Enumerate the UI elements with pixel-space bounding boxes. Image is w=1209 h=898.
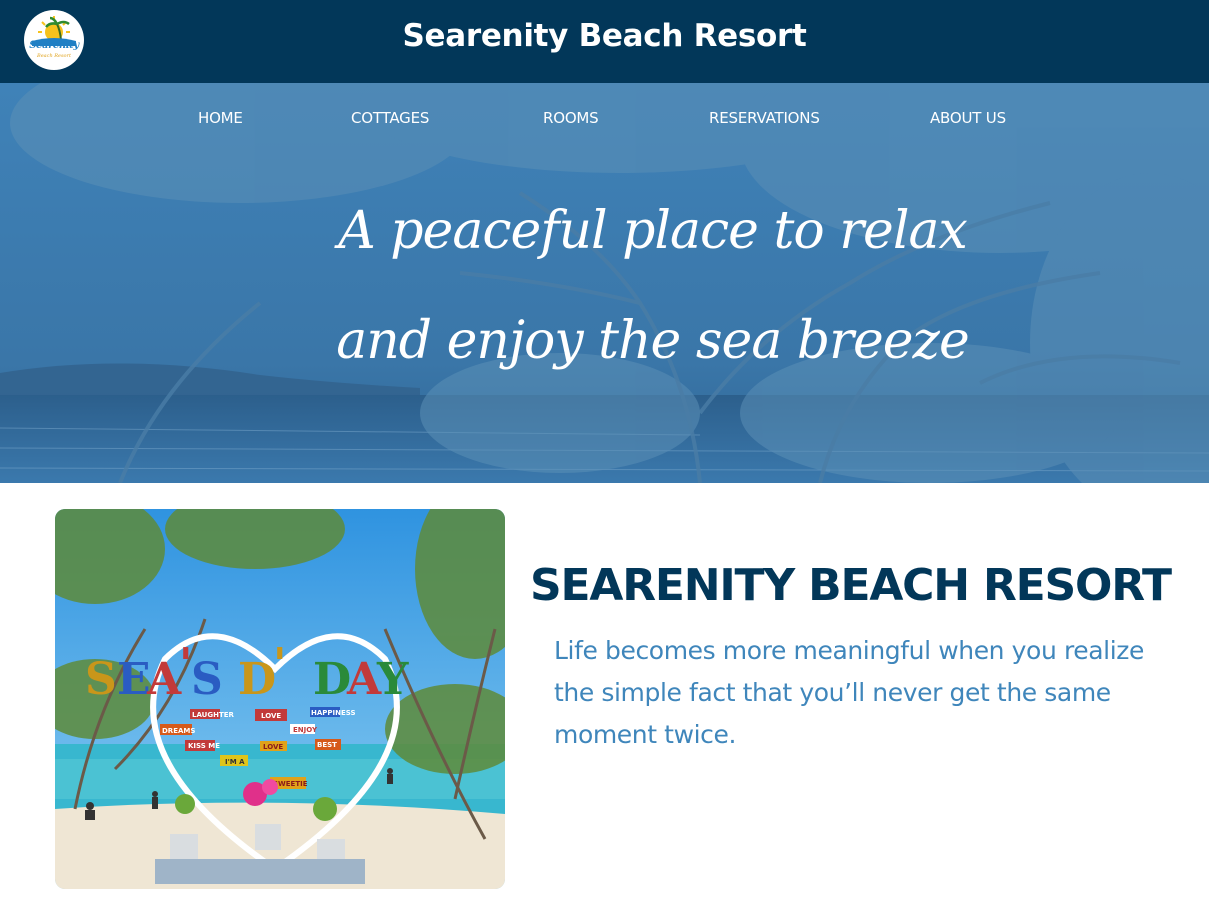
main-nav: HOME COTTAGES ROOMS RESERVATIONS ABOUT U… (0, 109, 1209, 129)
sign-board: I'M A (225, 758, 245, 766)
sign-letter: ' (273, 639, 286, 690)
section-title: SEARENITY BEACH RESORT (530, 560, 1172, 611)
nav-rooms[interactable]: ROOMS (543, 109, 599, 127)
sign-board: LOVE (263, 743, 283, 751)
resort-photo: S E A ' S D ' D A Y LAUGHTER LOVE HAPPIN… (55, 509, 505, 889)
sign-board: ENJOY (293, 726, 318, 734)
nav-about-us[interactable]: ABOUT US (930, 109, 1006, 127)
hero-background-image (0, 83, 1209, 483)
site-title: Searenity Beach Resort (402, 18, 807, 54)
sign-letter: S (85, 654, 117, 705)
sign-letter: A (146, 654, 182, 705)
sign-letter: D (313, 654, 351, 705)
sign-board: DREAMS (162, 727, 195, 735)
sign-letter: Y (376, 654, 409, 705)
hero-banner: HOME COTTAGES ROOMS RESERVATIONS ABOUT U… (0, 83, 1209, 483)
site-header: Searenity Beach Resort Searenity Beach R… (0, 0, 1209, 83)
sign-board: LOVE (261, 712, 281, 720)
hero-tagline-line-2: and enjoy the sea breeze (336, 311, 969, 371)
sign-letter: S (191, 654, 223, 705)
nav-home[interactable]: HOME (198, 109, 243, 127)
sign-board: LAUGHTER (192, 711, 235, 719)
hero-tagline-line-1: A peaceful place to relax (338, 201, 968, 261)
sign-letter: D (238, 654, 276, 705)
section-description: Life becomes more meaningful when you re… (554, 636, 1144, 749)
sign-letter: E (117, 654, 151, 705)
resort-photo-image: S E A ' S D ' D A Y LAUGHTER LOVE HAPPIN… (55, 509, 505, 889)
nav-cottages[interactable]: COTTAGES (351, 109, 429, 127)
sign-board: BEST (317, 741, 337, 749)
sign-board: SWEETIE (273, 780, 308, 788)
nav-reservations[interactable]: RESERVATIONS (709, 109, 820, 127)
sign-board: HAPPINESS (311, 709, 356, 717)
sign-board: KISS ME (188, 742, 220, 750)
